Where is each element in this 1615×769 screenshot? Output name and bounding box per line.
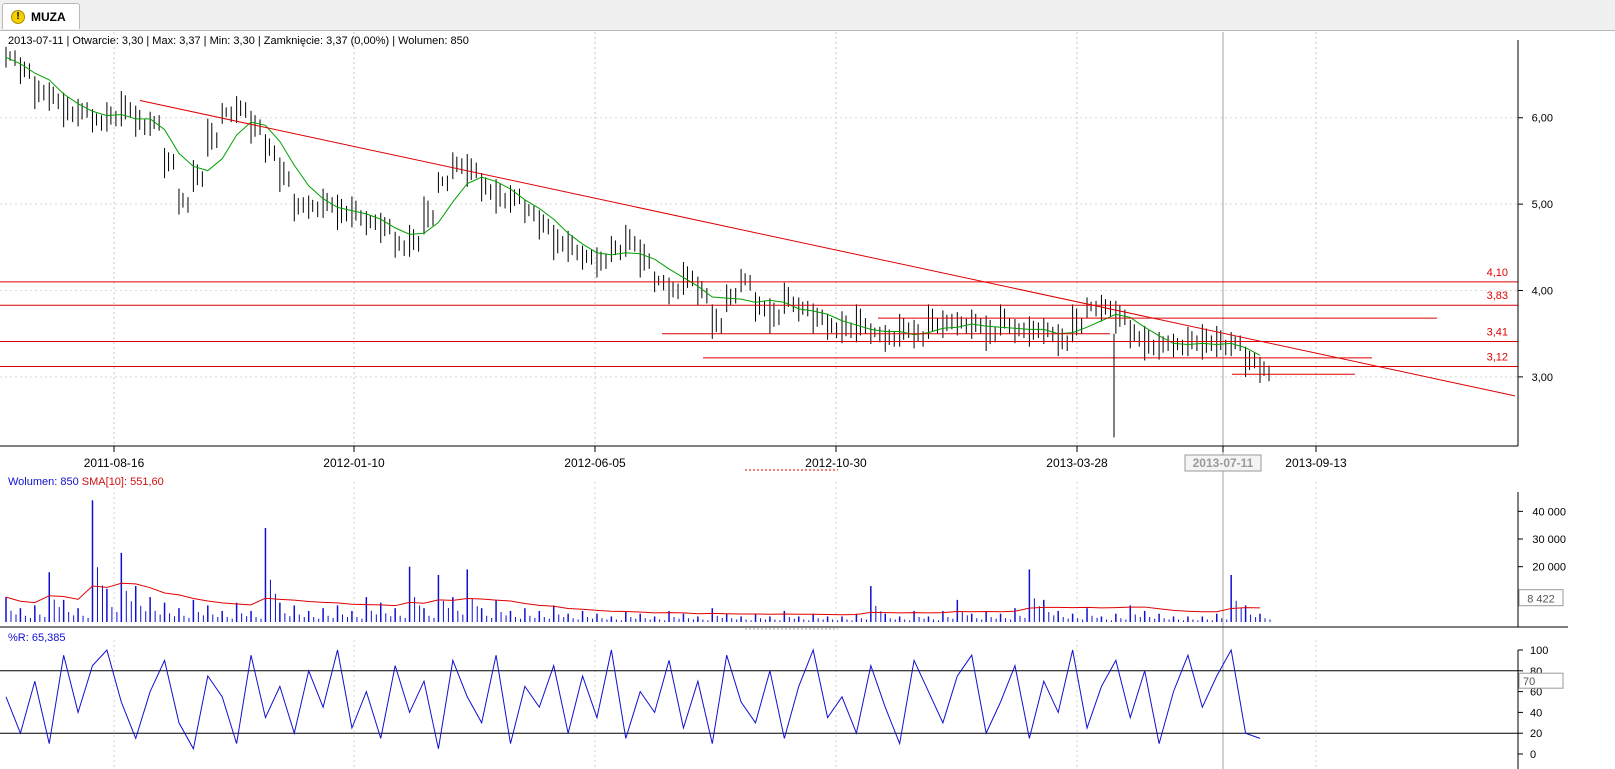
tab-label: MUZA	[31, 9, 66, 24]
price-chart[interactable]: 4,10 3,83 3,41 3,12 3,00 4,00 5,00 6,00 2011-08-…	[0, 32, 1615, 472]
x-tick-label: 2013-03-28	[1046, 456, 1108, 470]
y-tick-label: 30 000	[1532, 534, 1566, 546]
y-tick-label: 3,00	[1532, 372, 1553, 384]
volume-chart[interactable]: 20 000 30 000 40 000 8 422	[0, 472, 1615, 630]
level-label: 4,10	[1487, 267, 1508, 279]
tab-bar: ! MUZA	[0, 0, 1615, 31]
warning-icon: !	[11, 9, 25, 24]
level-label: 3,12	[1487, 352, 1508, 364]
y-tick-label: 0	[1530, 749, 1536, 761]
tab-muza[interactable]: ! MUZA	[2, 3, 80, 29]
downtrend-line	[139, 99, 1516, 397]
level-label: 3,83	[1487, 290, 1508, 302]
wr-value-label: 70	[1523, 676, 1535, 688]
y-tick-label: 40 000	[1532, 506, 1566, 518]
y-tick-label: 6,00	[1532, 113, 1553, 125]
level-label: 3,41	[1487, 326, 1508, 338]
y-tick-label: 5,00	[1532, 199, 1553, 211]
x-tick-label: 2013-09-13	[1285, 456, 1347, 470]
cursor-date-label: 2013-07-11	[1193, 456, 1254, 470]
y-tick-label: 4,00	[1532, 286, 1553, 298]
y-tick-label: 20 000	[1532, 562, 1566, 574]
y-tick-label: 40	[1530, 707, 1542, 719]
x-tick-label: 2012-01-10	[323, 456, 385, 470]
volume-value-label: 8 422	[1527, 594, 1555, 606]
williams-r-chart[interactable]: 02040608010070	[0, 630, 1615, 769]
x-tick-label: 2012-10-30	[805, 456, 867, 470]
y-tick-label: 20	[1530, 728, 1542, 740]
x-tick-label: 2012-06-05	[564, 456, 626, 470]
x-tick-label: 2011-08-16	[84, 456, 145, 470]
wr-line	[5, 648, 1261, 751]
y-tick-label: 100	[1530, 645, 1548, 657]
